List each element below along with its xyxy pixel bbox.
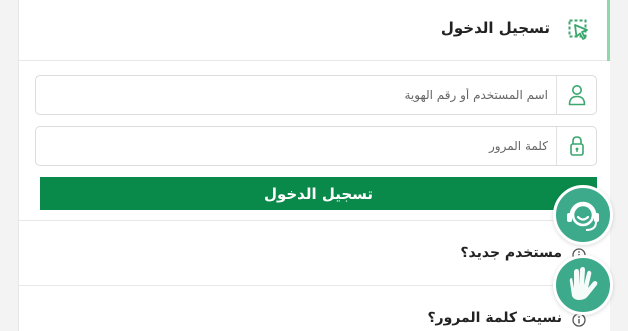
customer-support-icon (567, 201, 599, 231)
username-icon-box (556, 76, 596, 114)
login-card: تسجيل الدخول تسجيل الدخول (18, 0, 610, 331)
username-field (35, 75, 597, 115)
new-user-link[interactable]: مستخدم جديد؟ (460, 245, 562, 261)
sign-language-icon (569, 267, 598, 300)
support-button[interactable] (553, 185, 613, 245)
header-accent-bar (607, 0, 610, 61)
sign-language-button[interactable] (553, 255, 613, 315)
password-input[interactable] (48, 127, 548, 165)
login-button[interactable]: تسجيل الدخول (40, 177, 597, 210)
password-icon-box (556, 127, 596, 165)
pointer-click-icon (568, 18, 590, 42)
username-input[interactable] (48, 76, 548, 114)
user-icon (568, 85, 586, 106)
forgot-password-link[interactable]: نسيت كلمة المرور؟ (427, 310, 562, 326)
divider (19, 285, 610, 286)
divider (19, 220, 610, 221)
lock-icon (570, 136, 584, 156)
password-field (35, 126, 597, 166)
login-card-header: تسجيل الدخول (19, 0, 610, 61)
page-title: تسجيل الدخول (440, 19, 550, 37)
